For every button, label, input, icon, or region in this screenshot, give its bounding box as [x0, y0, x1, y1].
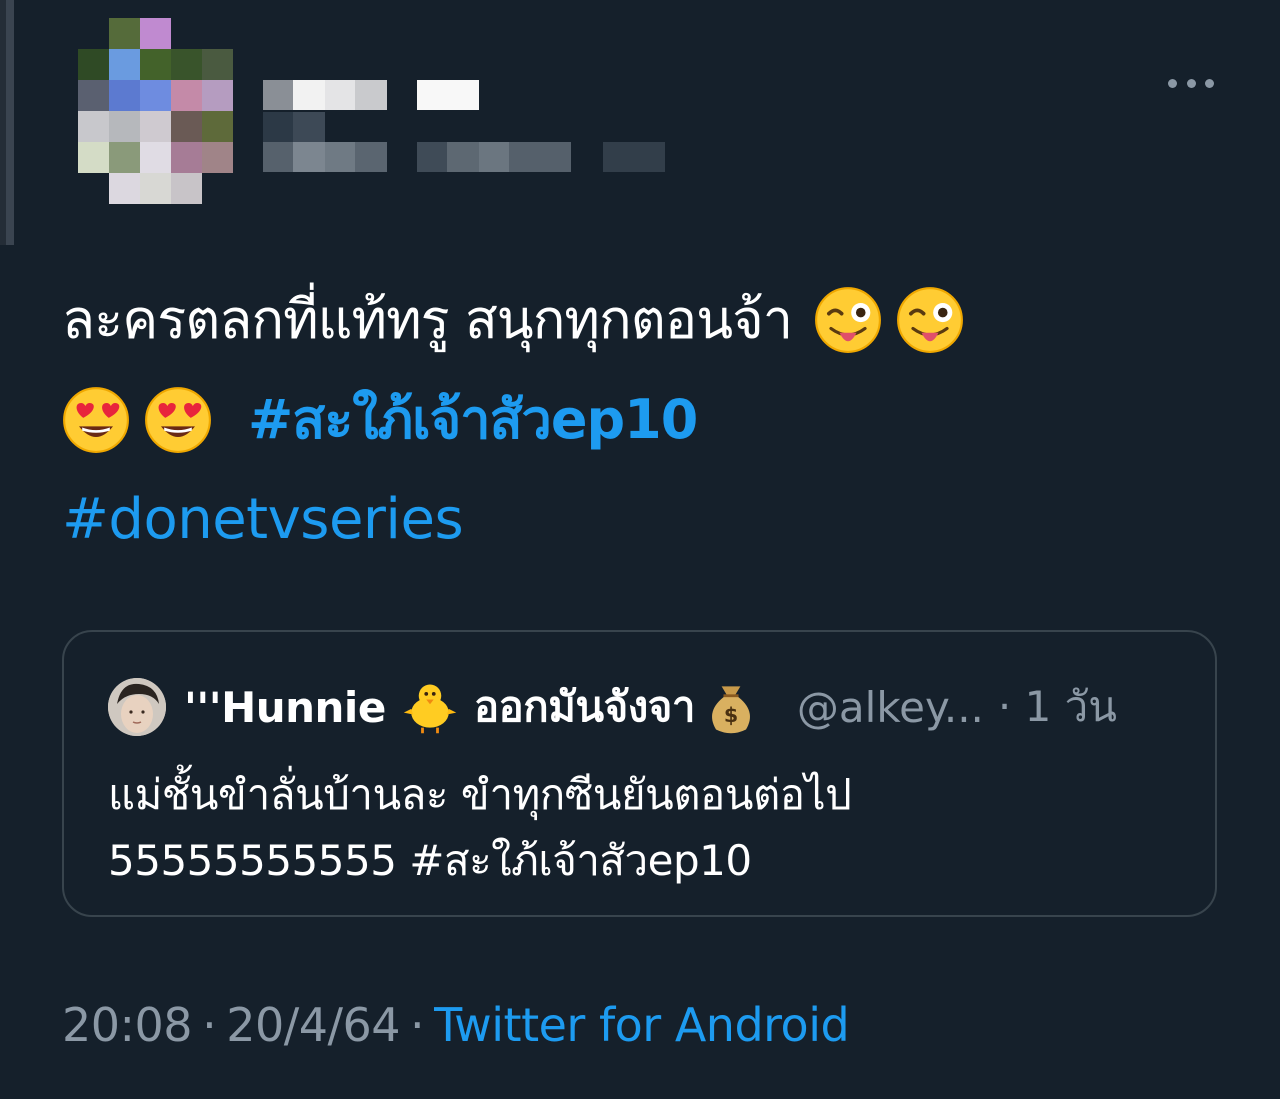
more-dots-icon: [1168, 78, 1177, 88]
quoted-tweet-header: '''Hunnie ออกมันจังจา $ @alkey... · 1 วั…: [108, 672, 1117, 742]
money-bag-emoji: $: [711, 686, 750, 734]
winking-tongue-emoji: [897, 287, 964, 353]
more-options-button[interactable]: [1166, 66, 1216, 100]
hashtag-sapai-link[interactable]: #สะใภ้เจ้าสัวep10: [248, 370, 698, 470]
left-edge-divider: [0, 0, 14, 245]
tweet-date[interactable]: 20/4/64: [226, 998, 400, 1052]
tweet-time[interactable]: 20:08: [62, 998, 193, 1052]
tweet-main-text: ละครตลกที่แท้ทรู สนุกทุกตอนจ้า: [62, 288, 793, 351]
quoted-tweet-body-line2: 55555555555 #สะใภ้เจ้าสัวep10: [108, 836, 752, 885]
quoted-author-handle[interactable]: @alkey...: [797, 683, 984, 732]
winking-tongue-emoji: [815, 287, 882, 353]
quoted-author-avatar[interactable]: [108, 678, 166, 736]
quoted-author-name[interactable]: '''Hunnie: [184, 683, 386, 732]
quoted-tweet-body-line1: แม่ชั้นขำลั่นบ้านละ ขำทุกซีนยันตอนต่อไป: [108, 770, 852, 819]
author-avatar-censored[interactable]: [78, 18, 233, 204]
tweet-text: ละครตลกที่แท้ทรู สนุกทุกตอนจ้า #สะใภ้เจ้…: [62, 270, 1212, 470]
quoted-tweet-time[interactable]: · 1 วัน: [998, 674, 1117, 740]
svg-text:$: $: [724, 703, 738, 727]
tweet-source-link[interactable]: Twitter for Android: [434, 998, 850, 1052]
tweet-meta: 20:08 · 20/4/64 · Twitter for Android: [62, 998, 850, 1052]
quoted-author-name-suffix[interactable]: ออกมันจังจา: [474, 674, 696, 740]
heart-eyes-emoji: [145, 387, 211, 453]
hashtag-donetvseries-link[interactable]: #donetvseries: [62, 487, 464, 552]
chick-emoji: [403, 684, 457, 734]
quoted-tweet-body: แม่ชั้นขำลั่นบ้านละ ขำทุกซีนยันตอนต่อไป …: [108, 762, 1188, 894]
quoted-tweet-card[interactable]: '''Hunnie ออกมันจังจา $ @alkey... · 1 วั…: [62, 630, 1217, 917]
heart-eyes-emoji: [63, 387, 129, 453]
